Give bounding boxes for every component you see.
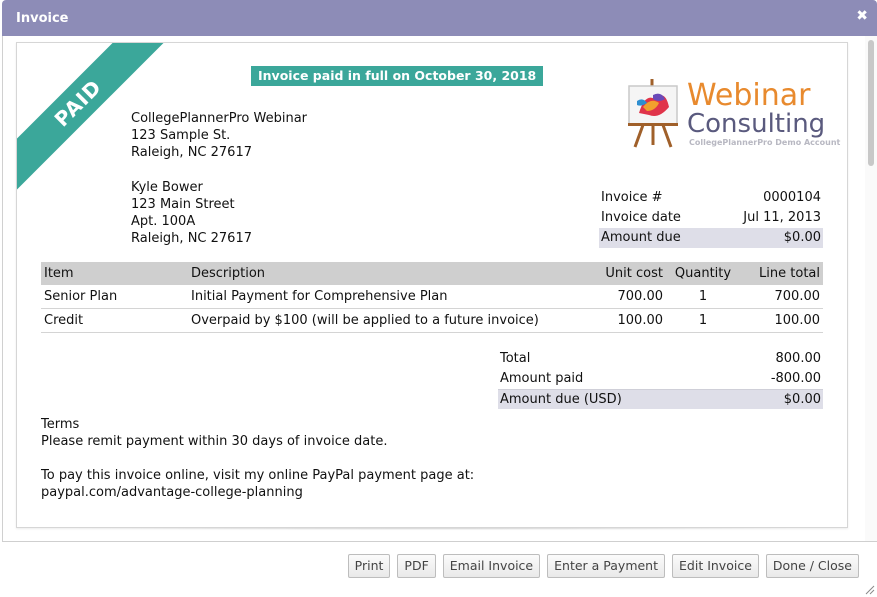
- sender-name: CollegePlannerPro Webinar: [131, 111, 308, 126]
- amount-paid-value: -800.00: [770, 371, 821, 386]
- row-item: Senior Plan: [44, 289, 118, 304]
- dialog-title: Invoice: [16, 11, 69, 26]
- edit-invoice-button[interactable]: Edit Invoice: [672, 554, 759, 578]
- row-line-total: 700.00: [774, 289, 821, 304]
- enter-payment-button[interactable]: Enter a Payment: [547, 554, 666, 578]
- header-line-total: Line total: [759, 266, 820, 281]
- footer-divider: [2, 541, 877, 542]
- scrollbar-thumb[interactable]: [868, 40, 874, 166]
- amount-paid-label: Amount paid: [500, 371, 584, 386]
- recipient-name: Kyle Bower: [131, 180, 203, 195]
- logo-wordmark-bottom: Consulting: [687, 109, 826, 139]
- paid-banner: Invoice paid in full on October 30, 2018: [251, 66, 544, 86]
- paypal-url: paypal.com/advantage-college-planning: [41, 485, 303, 500]
- dialog-button-bar: Print PDF Email Invoice Enter a Payment …: [347, 554, 859, 578]
- paypal-text: To pay this invoice online, visit my onl…: [41, 468, 475, 483]
- sender-city: Raleigh, NC 27617: [131, 145, 252, 160]
- row-description: Initial Payment for Comprehensive Plan: [191, 289, 448, 304]
- dialog-titlebar: Invoice ✖: [2, 0, 877, 36]
- amount-due: $0.00: [783, 230, 821, 245]
- table-header: Item Description Unit cost Quantity Line…: [41, 262, 823, 285]
- row-unit-cost: 100.00: [617, 313, 664, 328]
- total-label: Total: [500, 351, 531, 366]
- easel-painting-icon: [628, 79, 678, 148]
- email-invoice-button[interactable]: Email Invoice: [442, 554, 541, 578]
- recipient-street: 123 Main Street: [131, 197, 235, 212]
- terms-heading: Terms: [41, 417, 80, 432]
- recipient-apt: Apt. 100A: [131, 214, 196, 229]
- totals-table: Total 800.00 Amount paid -800.00 Amount …: [498, 349, 823, 409]
- vertical-scrollbar[interactable]: [865, 36, 877, 542]
- invoice-number-label: Invoice #: [601, 190, 663, 205]
- logo-wordmark-top: Webinar: [687, 78, 811, 113]
- line-items-table: Item Description Unit cost Quantity Line…: [41, 262, 823, 333]
- total-row: Total 800.00: [498, 349, 823, 369]
- row-item: Credit: [44, 313, 84, 328]
- invoice-date-label: Invoice date: [601, 210, 681, 225]
- invoice-date: Jul 11, 2013: [743, 210, 821, 225]
- total-value: 800.00: [775, 351, 822, 366]
- pdf-button[interactable]: PDF: [397, 554, 436, 578]
- table-row: Senior Plan Initial Payment for Comprehe…: [41, 285, 823, 309]
- resize-grip-icon[interactable]: [865, 585, 875, 595]
- close-icon[interactable]: ✖: [856, 9, 868, 23]
- amount-due-usd-row: Amount due (USD) $0.00: [498, 389, 823, 409]
- amount-due-row: Amount due $0.00: [599, 228, 823, 248]
- company-logo: Webinar Consulting CollegePlannerPro Dem…: [625, 77, 840, 151]
- amount-due-label: Amount due: [601, 230, 681, 245]
- recipient-city: Raleigh, NC 27617: [131, 231, 252, 246]
- logo-tagline: CollegePlannerPro Demo Account: [689, 138, 841, 147]
- invoice-date-row: Invoice date Jul 11, 2013: [599, 208, 823, 228]
- invoice-number: 0000104: [763, 190, 821, 205]
- row-quantity: 1: [698, 313, 708, 328]
- row-description: Overpaid by $100 (will be applied to a f…: [191, 313, 539, 328]
- table-row: Credit Overpaid by $100 (will be applied…: [41, 309, 823, 333]
- header-quantity: Quantity: [674, 266, 732, 281]
- invoice-meta: Invoice # 0000104 Invoice date Jul 11, 2…: [599, 188, 823, 248]
- header-item: Item: [44, 266, 74, 281]
- invoice-number-row: Invoice # 0000104: [599, 188, 823, 208]
- invoice-document: PAID Invoice paid in full on October 30,…: [16, 42, 848, 528]
- terms-text: Please remit payment within 30 days of i…: [41, 434, 388, 449]
- row-quantity: 1: [698, 289, 708, 304]
- amount-due-usd-value: $0.00: [783, 392, 821, 407]
- sender-street: 123 Sample St.: [131, 128, 231, 143]
- done-close-button[interactable]: Done / Close: [765, 554, 859, 578]
- row-line-total: 100.00: [774, 313, 821, 328]
- amount-due-usd-label: Amount due (USD): [500, 392, 622, 407]
- row-unit-cost: 700.00: [617, 289, 664, 304]
- amount-paid-row: Amount paid -800.00: [498, 369, 823, 389]
- print-button[interactable]: Print: [347, 554, 391, 578]
- header-description: Description: [191, 266, 266, 281]
- header-unit-cost: Unit cost: [605, 266, 663, 281]
